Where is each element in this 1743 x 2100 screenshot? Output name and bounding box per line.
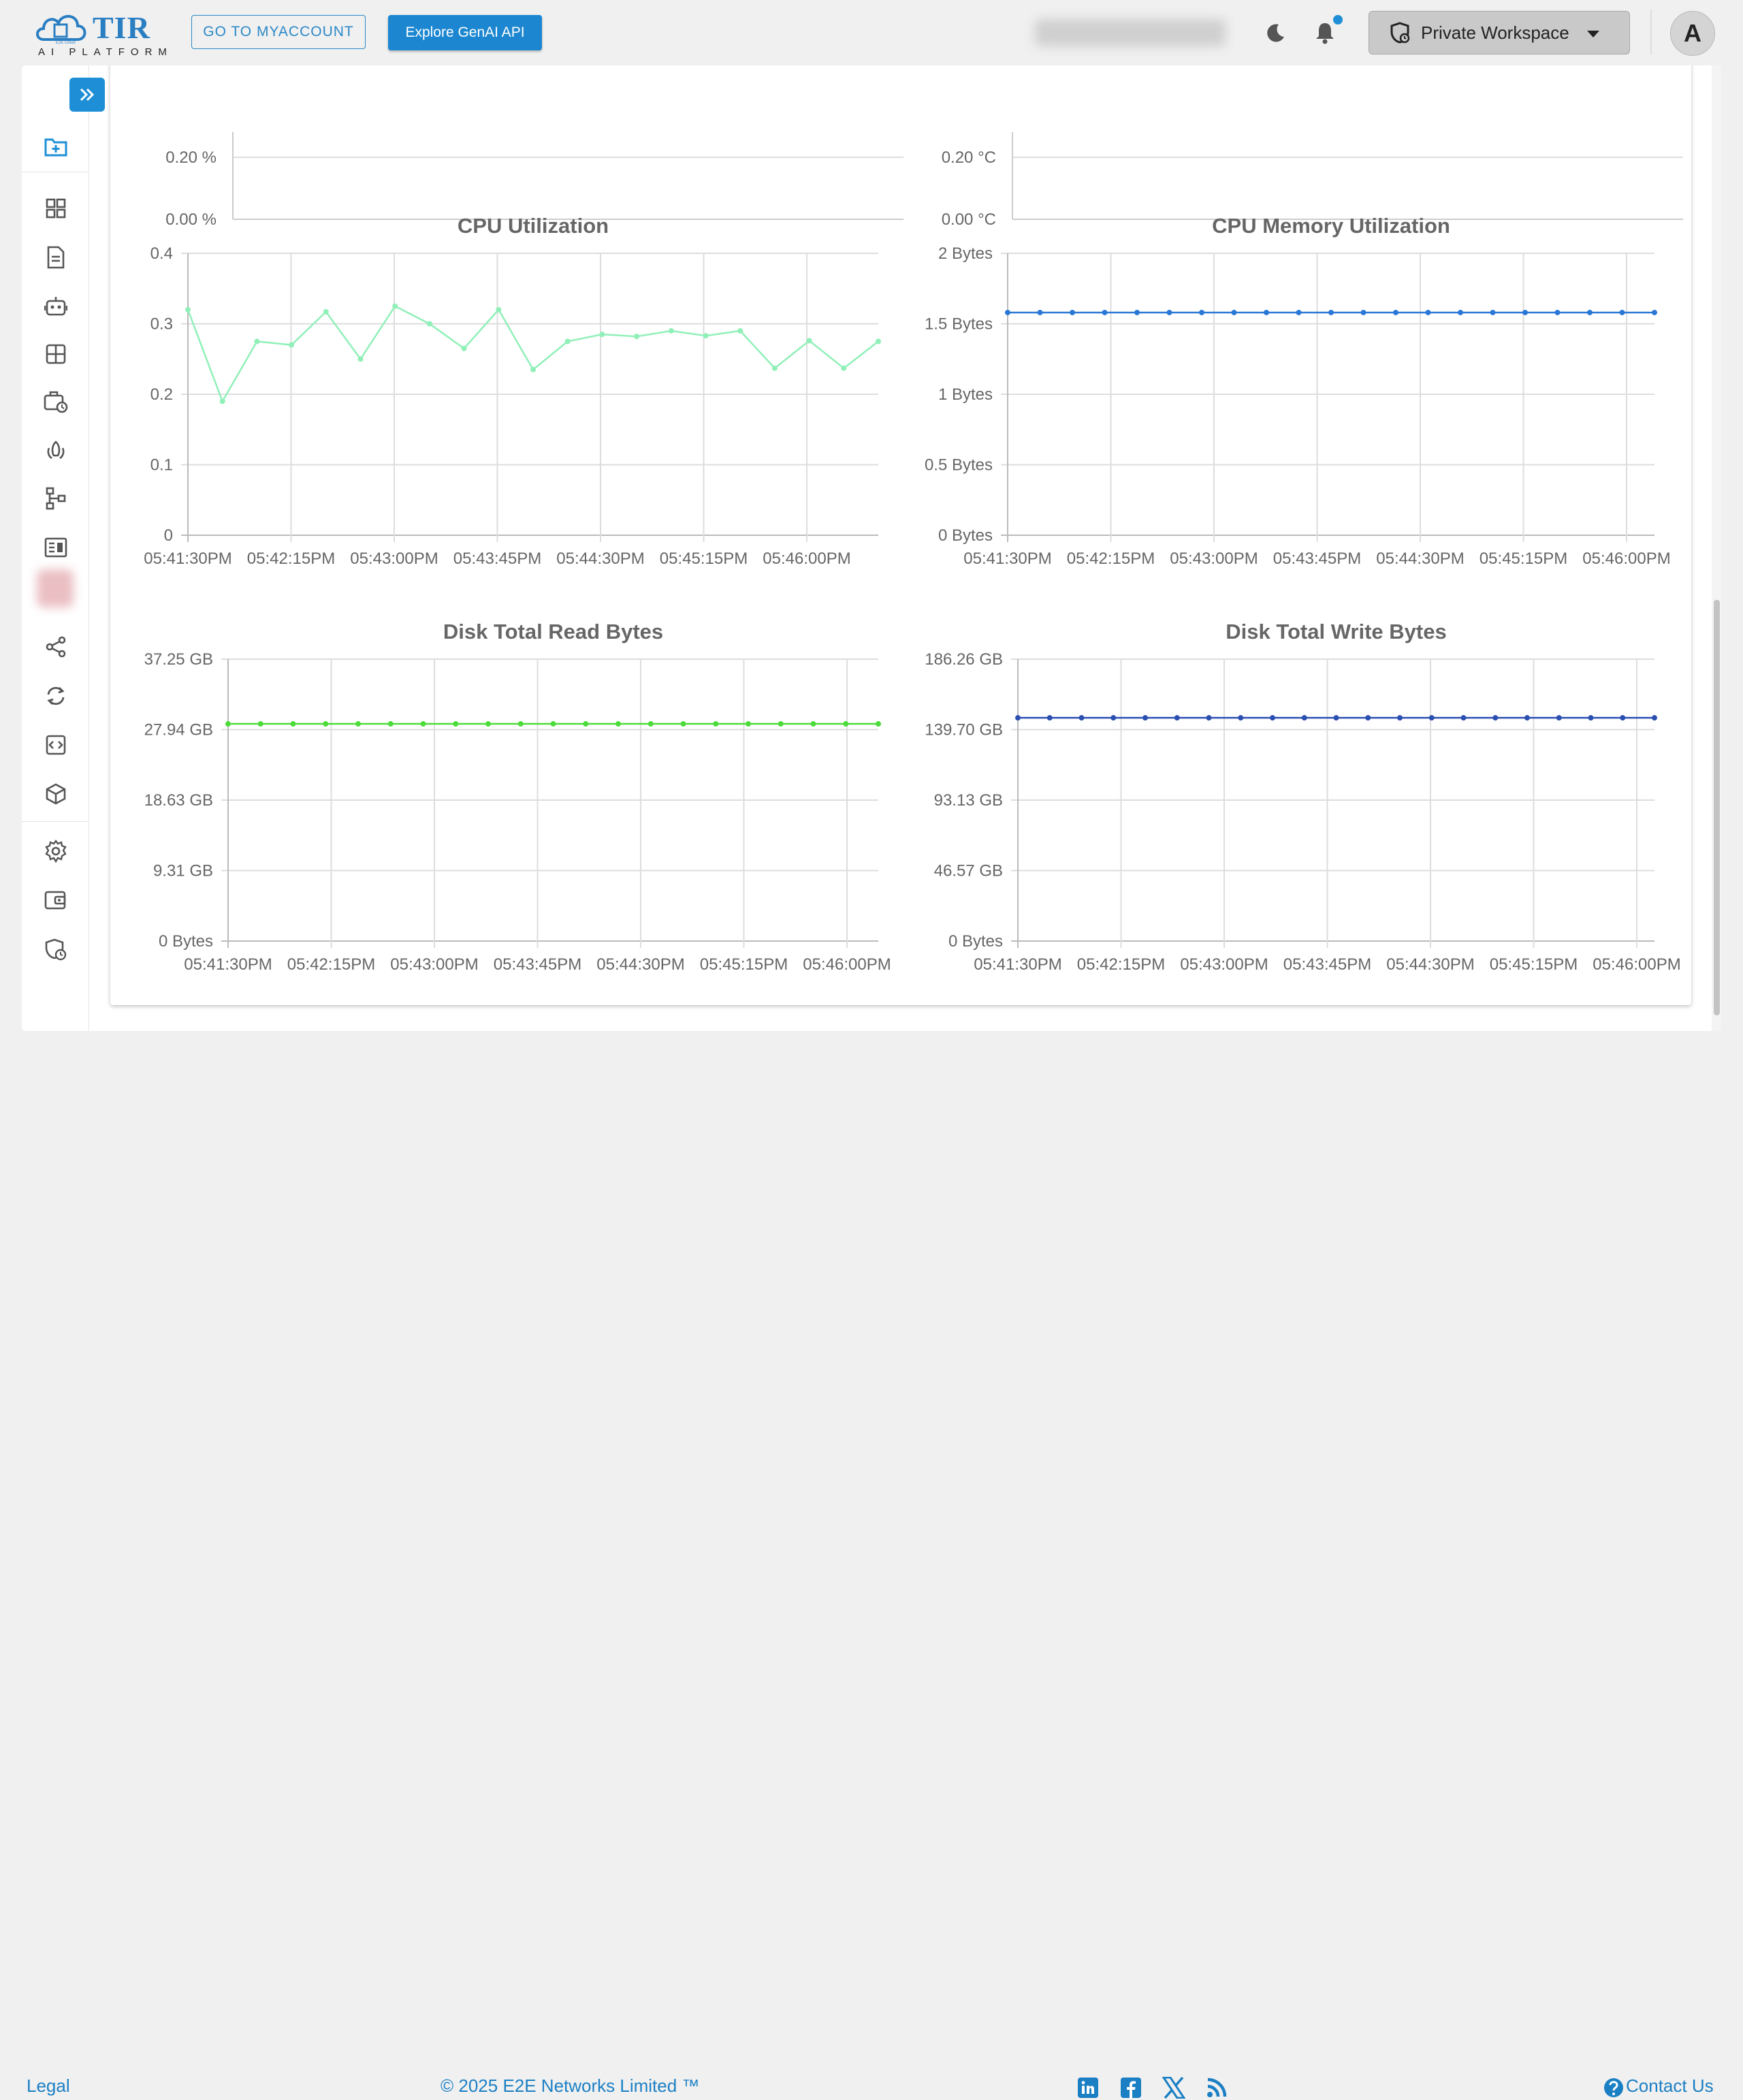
data-point[interactable] [1110,715,1117,721]
settings-icon[interactable] [39,835,72,868]
legal-link[interactable]: Legal [27,2075,70,2097]
workspace-selector[interactable]: Private Workspace [1369,11,1630,54]
y-tick-label: 46.57 GB [934,862,1003,880]
code-icon[interactable] [39,729,72,761]
workspace-icon [1390,22,1410,44]
logo-subtitle: AI PLATFORM [38,46,173,58]
data-point[interactable] [1397,715,1403,721]
rss-icon[interactable] [1204,2075,1229,2100]
x-tick-label: 05:46:00PM [1593,955,1680,974]
data-point[interactable] [1652,715,1657,721]
contact-us-link[interactable]: Contact Us [1626,2075,1714,2097]
data-point[interactable] [1333,715,1339,721]
robot-icon[interactable] [39,290,72,323]
x-tick-label: 05:43:45PM [1283,955,1371,974]
logo-text: TIR [93,10,150,45]
moon-icon[interactable] [1262,19,1290,46]
x-tick-label: 05:41:30PM [974,955,1061,974]
data-point[interactable] [1046,715,1053,721]
data-point[interactable] [1238,715,1244,721]
scrollbar-thumb[interactable] [1714,600,1720,1015]
new-folder-icon[interactable] [39,131,72,163]
data-point[interactable] [1492,715,1499,721]
sync-icon[interactable] [39,680,72,712]
schedule-icon[interactable] [39,385,72,418]
data-point[interactable] [1460,715,1467,721]
x-tick-label: 05:45:15PM [1490,955,1578,974]
explore-genai-api-button[interactable]: Explore GenAI API [388,15,542,50]
document-icon[interactable] [39,241,72,274]
security-icon[interactable] [39,933,72,966]
blurred-icon[interactable] [37,569,74,607]
data-point[interactable] [1206,715,1212,721]
disk-total-write-bytes-chart: Disk Total Write Bytes 0 Bytes 46.57 GB 93.… [110,65,1691,1005]
data-point[interactable] [1556,715,1562,721]
linkedin-icon[interactable] [1076,2075,1100,2100]
y-tick-label: 93.13 GB [934,791,1003,810]
data-point[interactable] [1365,715,1371,721]
cube-icon[interactable] [39,778,72,810]
workspace-label: Private Workspace [1421,22,1569,43]
divider [22,821,89,822]
x-tick-label: 05:42:15PM [1077,955,1165,974]
data-point[interactable] [1588,715,1594,721]
cloud-logo-icon: E2E Cloud [36,15,86,45]
pipeline-icon[interactable] [39,482,72,515]
facebook-icon[interactable] [1119,2075,1143,2100]
wallet-icon[interactable] [39,884,72,917]
x-tick-label: 05:44:30PM [1386,955,1474,974]
footer: Legal © 2025 E2E Networks Limited ™ Cont… [0,1031,1743,2099]
copyright-text: © 2025 E2E Networks Limited ™ [441,2075,700,2096]
x-icon[interactable] [1162,2075,1186,2100]
main-panel: 0.20 % 0.00 % 0.20 °C 0.00 °C CPU Utiliz… [22,65,1721,1031]
rocket-icon[interactable] [39,434,72,467]
sidebar [22,65,105,1031]
share-icon[interactable] [39,631,72,663]
data-point[interactable] [1620,715,1626,721]
data-point[interactable] [1428,715,1435,721]
data-point[interactable] [1142,715,1148,721]
y-tick-label: 0 Bytes [948,932,1003,951]
chart-title: Disk Total Write Bytes [1226,620,1446,643]
notification-dot [1333,15,1343,25]
go-to-myaccount-button[interactable]: GO TO MYACCOUNT [191,15,366,49]
top-bar: E2E Cloud TIR AI PLATFORM GO TO MYACCOUN… [0,0,1743,65]
logo-mark: E2E Cloud [56,41,76,45]
data-point[interactable] [1174,715,1180,721]
x-tick-label: 05:43:00PM [1180,955,1268,974]
data-point[interactable] [1015,715,1021,721]
avatar[interactable]: A [1670,11,1715,56]
dashboard-icon[interactable] [39,192,72,225]
data-point[interactable] [1524,715,1530,721]
help-icon[interactable] [1601,2075,1626,2100]
metrics-card: 0.20 % 0.00 % 0.20 °C 0.00 °C CPU Utiliz… [110,65,1691,1005]
y-tick-label: 139.70 GB [925,721,1003,739]
expand-icon[interactable] [69,78,105,112]
grid-icon[interactable] [39,338,72,370]
tir-logo[interactable]: E2E Cloud TIR AI PLATFORM [34,8,167,59]
divider [1650,10,1652,54]
data-point[interactable] [1270,715,1275,721]
data-point[interactable] [1078,715,1085,721]
chart-svg: Disk Total Write Bytes 0 Bytes 46.57 GB 93.… [925,620,1680,974]
chevron-down-icon [1587,31,1599,37]
data-point[interactable] [1301,715,1307,721]
y-tick-label: 186.26 GB [925,650,1003,669]
report-icon[interactable] [39,531,72,564]
blurred-usage-info [1035,19,1226,46]
